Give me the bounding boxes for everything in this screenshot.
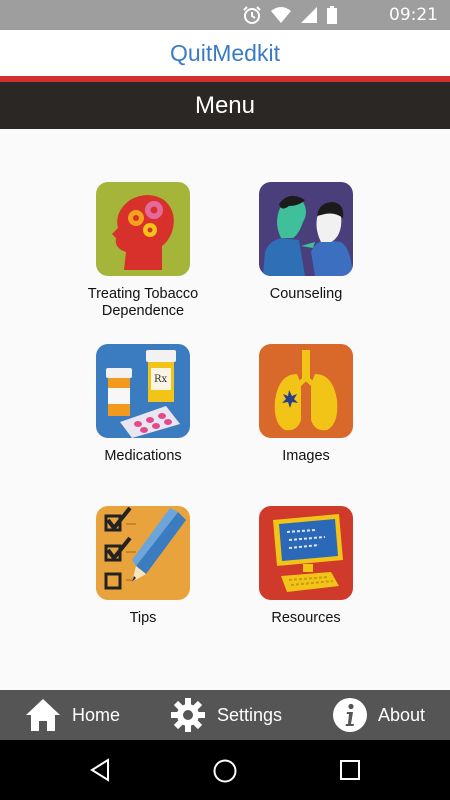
gear-icon [171, 698, 205, 732]
menu-item-counseling[interactable]: Counseling [216, 182, 396, 303]
info-icon [333, 698, 367, 732]
wifi-icon [271, 7, 291, 23]
menu-item-label: Resources [271, 610, 341, 626]
cell-signal-icon [301, 7, 317, 23]
computer-icon [259, 506, 353, 600]
battery-icon [327, 6, 337, 24]
menu-grid: Treating Tobacco Dependence Counseling R… [0, 129, 450, 690]
menu-item-label: Medications [104, 448, 182, 464]
status-icons [242, 6, 338, 24]
menu-title: Menu [194, 92, 256, 119]
brain-gears-icon [96, 182, 190, 276]
alarm-icon [243, 6, 261, 24]
menu-item-label: Counseling [269, 286, 343, 302]
menu-item-medications[interactable]: Rx Medications [53, 344, 233, 465]
menu-item-tips[interactable]: Tips [53, 506, 233, 627]
checklist-pencil-icon [96, 506, 190, 600]
settings-button[interactable]: Settings [169, 690, 282, 740]
menu-item-images[interactable]: Images [216, 344, 396, 465]
app-title: QuitMedkit [170, 40, 280, 66]
menu-item-label: Treating Tobacco Dependence [87, 286, 199, 319]
system-nav-bar [0, 740, 450, 800]
back-icon[interactable] [88, 758, 112, 782]
menu-item-label: Tips [129, 610, 157, 626]
status-bar: 09:21 [0, 0, 450, 30]
home-icon [26, 699, 60, 731]
medication-bottles-icon: Rx [96, 344, 190, 438]
bottom-nav: Home Settings About [0, 690, 450, 740]
home-button[interactable]: Home [24, 690, 120, 740]
app-header: QuitMedkit [0, 30, 450, 76]
svg-text:Rx: Rx [154, 374, 168, 385]
about-label: About [378, 704, 426, 725]
menu-item-resources[interactable]: Resources [216, 506, 396, 627]
about-button[interactable]: About [332, 690, 425, 740]
menu-bar: Menu [0, 82, 450, 129]
lungs-icon [259, 344, 353, 438]
settings-label: Settings [217, 704, 283, 725]
recents-icon[interactable] [340, 760, 360, 780]
menu-item-label: Images [282, 448, 330, 464]
counseling-people-icon [259, 182, 353, 276]
home-label: Home [72, 704, 121, 725]
menu-item-treating-tobacco[interactable]: Treating Tobacco Dependence [53, 182, 233, 320]
status-time: 09:21 [389, 5, 438, 25]
home-circle-icon[interactable] [212, 758, 238, 784]
